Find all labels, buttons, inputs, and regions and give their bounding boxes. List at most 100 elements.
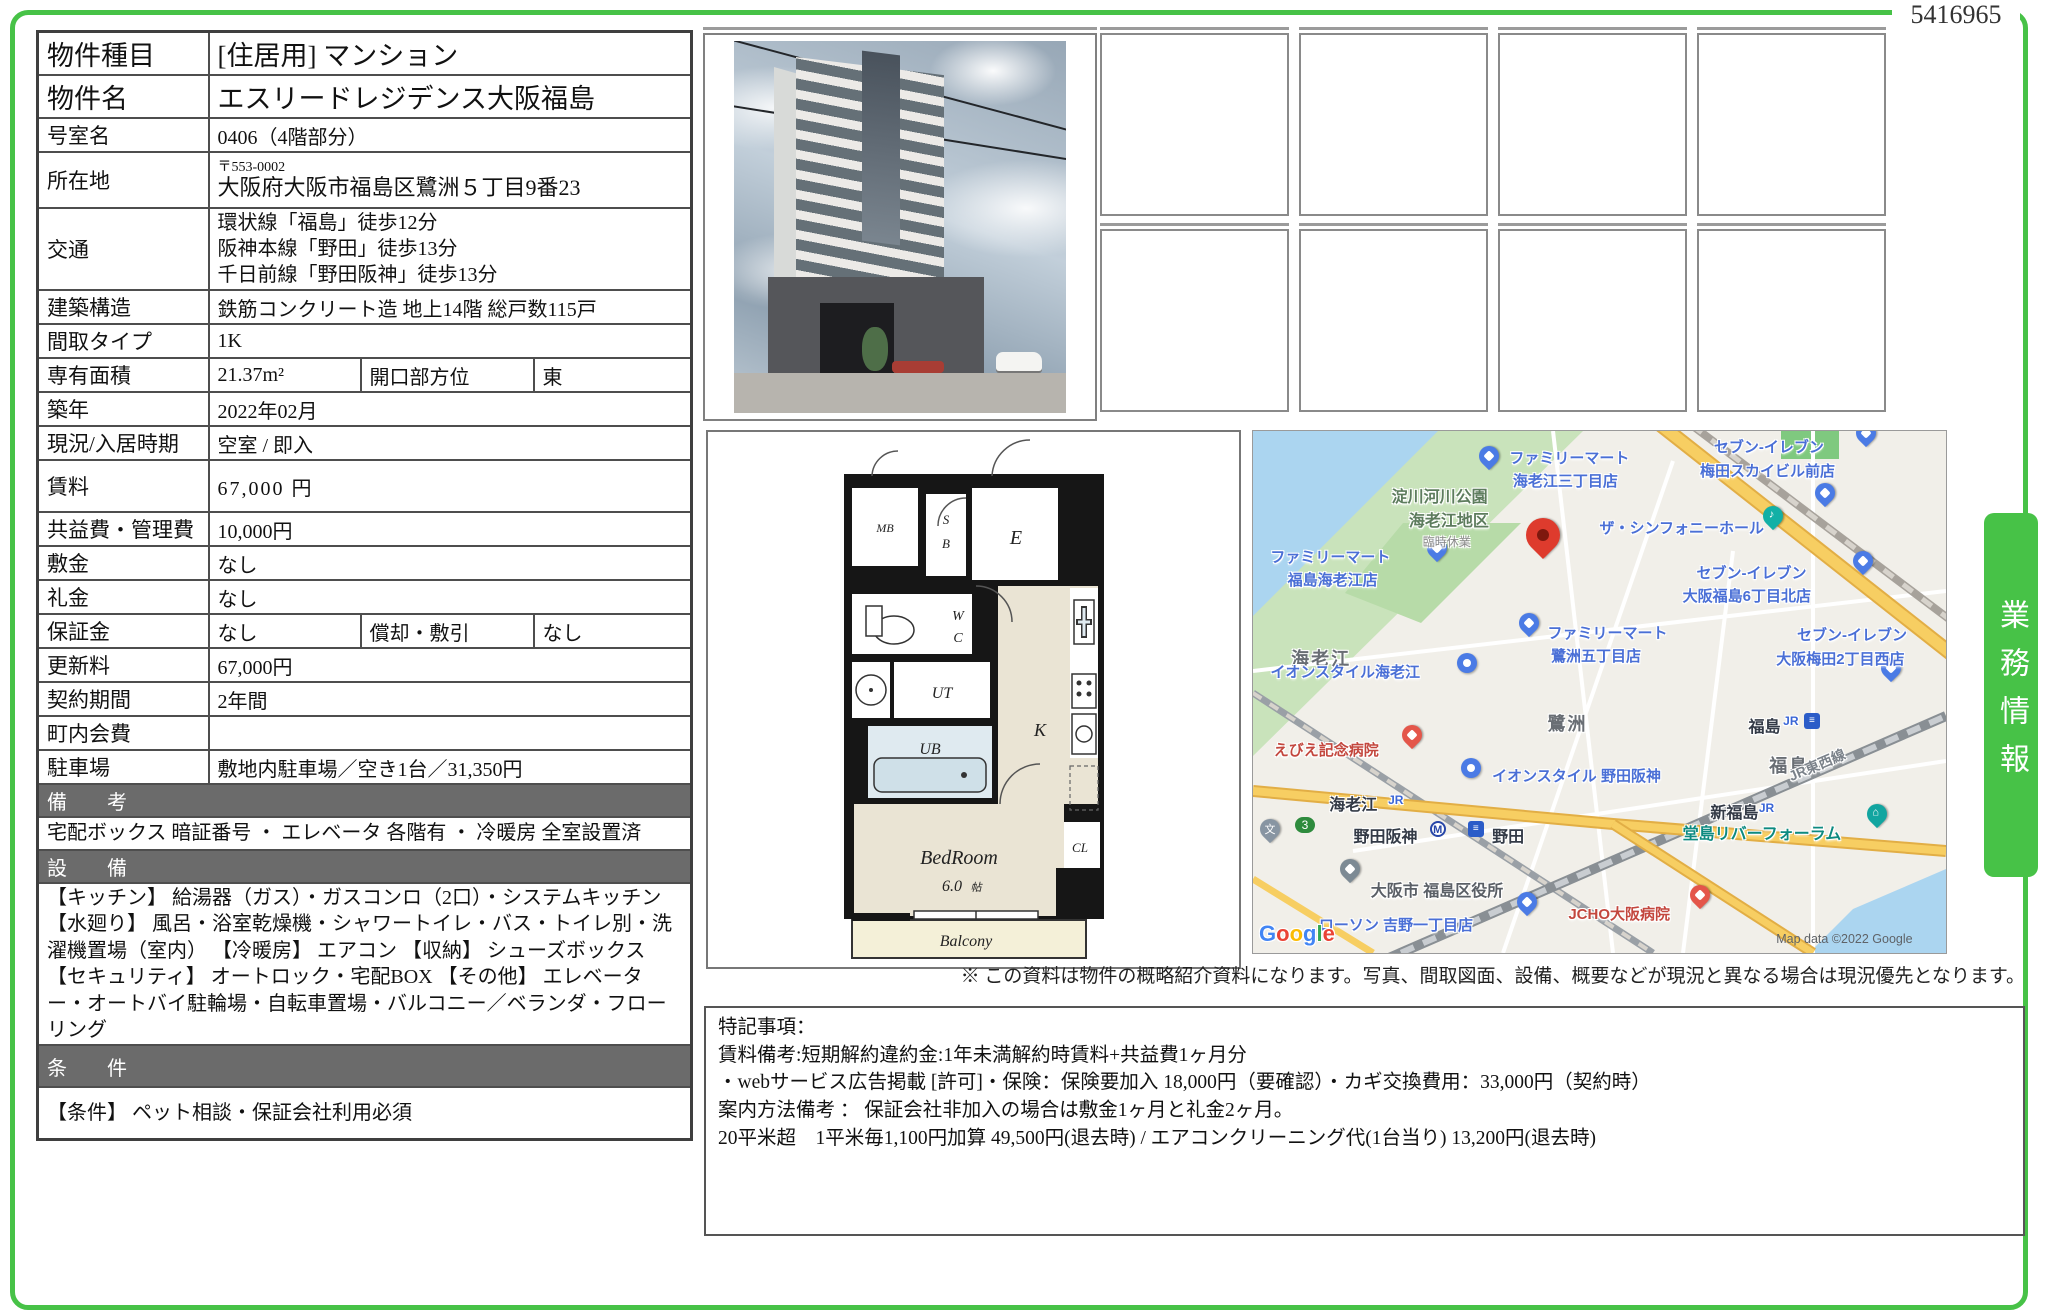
map-label-poi: ザ・シンフォニーホール xyxy=(1600,517,1765,538)
photo-slot-empty xyxy=(1498,33,1687,216)
table-row: 契約期間2年間 xyxy=(38,682,692,716)
table-row: 号室名0406（4階部分） xyxy=(38,118,692,152)
row-label: 契約期間 xyxy=(38,682,209,716)
map-label-poi: 福島海老江店 xyxy=(1288,569,1378,590)
map-label-poi: 梅田スカイビル前店 xyxy=(1700,460,1835,481)
business-info-tab[interactable]: 業務情報 xyxy=(1984,513,2038,877)
row-value: 2022年02月 xyxy=(209,392,692,426)
section-header: 備 考 xyxy=(38,784,692,817)
map-label-park: 海老江地区 xyxy=(1409,507,1489,531)
row-label: 賃料 xyxy=(38,460,209,512)
map-label-closed: 臨時休業 xyxy=(1423,533,1471,550)
row-value: 21.37m² xyxy=(209,358,361,392)
map-label-poi: 海老江三丁目店 xyxy=(1513,470,1618,491)
table-row: 礼金なし xyxy=(38,580,692,614)
transit-line: 阪神本線「野田」徒歩13分 xyxy=(218,236,683,262)
photo-slot-empty xyxy=(1100,33,1289,216)
row-value: 1K xyxy=(209,324,692,358)
row-value: [住居用] マンション xyxy=(209,32,692,76)
table-row: 建築構造鉄筋コンクリート造 地上14階 総戸数115戸 xyxy=(38,290,692,324)
row-label-2: 償却・敷引 xyxy=(361,614,534,648)
section-header: 設 備 xyxy=(38,850,692,883)
row-value: 敷地内駐車場／空き1台／31,350円 xyxy=(209,750,692,784)
row-label: 所在地 xyxy=(38,152,209,208)
row-label: 敷金 xyxy=(38,546,209,580)
room-label-e: E xyxy=(1008,527,1021,549)
row-label: 建築構造 xyxy=(38,290,209,324)
row-label-2: 開口部方位 xyxy=(361,358,534,392)
row-label: 物件名 xyxy=(38,75,209,118)
map-label-station: 海老江 xyxy=(1329,791,1377,815)
map-label-park: 淀川河川公園 xyxy=(1392,483,1488,507)
row-value: 67,000円 xyxy=(209,648,692,682)
map-label-copyright: Map data ©2022 Google xyxy=(1776,932,1912,946)
transit-line: 環状線「福島」徒歩12分 xyxy=(218,210,683,236)
floorplan-drawing: MB S B E W C UT UB K CL BedRoom 6.0 帖 Ba… xyxy=(839,436,1109,963)
room-label-s: S xyxy=(942,512,949,527)
table-row: 物件種目[住居用] マンション xyxy=(38,32,692,76)
map-label-poi-teal: 堂島リバーフォーラム xyxy=(1683,820,1842,844)
row-value xyxy=(209,716,692,750)
row-label: 築年 xyxy=(38,392,209,426)
map-label-poi: ファミリーマート xyxy=(1548,622,1668,643)
photo-slot-empty xyxy=(1100,229,1289,412)
row-label: 交通 xyxy=(38,208,209,290)
row-label: 更新料 xyxy=(38,648,209,682)
room-label-ub: UB xyxy=(919,741,941,758)
document-number: 5416965 xyxy=(1892,0,2020,32)
map-label-station: 野田 xyxy=(1492,823,1524,847)
row-value: なし xyxy=(209,580,692,614)
map-label-poi: セブン-イレブン xyxy=(1697,562,1807,583)
row-value: 2年間 xyxy=(209,682,692,716)
section-header-row: 条 件 xyxy=(38,1045,692,1087)
row-value: 環状線「福島」徒歩12分阪神本線「野田」徒歩13分千日前線「野田阪神」徒歩13分 xyxy=(209,208,692,290)
flowers xyxy=(892,361,944,373)
row-value: 0406（4階部分） xyxy=(209,118,692,152)
section-header-row: 備 考 xyxy=(38,784,692,817)
google-logo-letter: o xyxy=(1276,921,1289,946)
white-car xyxy=(996,352,1042,371)
row-value: エスリードレジデンス大阪福島 xyxy=(209,75,692,118)
section-content: 【条件】 ペット相談・保証会社利用必須 xyxy=(38,1087,692,1139)
row-value: なし xyxy=(209,546,692,580)
map-label-medical: JCHO大阪病院 xyxy=(1568,903,1670,924)
special-note-line: 賃料備考:短期解約違約金:1年未満解約時賃料+共益費1ヶ月分 xyxy=(718,1042,2011,1070)
photo-slot-empty xyxy=(1498,229,1687,412)
map-label-hanshinbadge: ≡ xyxy=(1468,821,1484,837)
map-label-poi: セブン-イレブン xyxy=(1714,436,1824,457)
room-label-c: C xyxy=(953,631,963,646)
table-row: 保証金なし償却・敷引なし xyxy=(38,614,692,648)
map-label-station: 野田阪神 xyxy=(1353,823,1417,847)
photo-slot-empty xyxy=(1697,33,1886,216)
photo-slot-empty xyxy=(1299,33,1488,216)
room-label-cl: CL xyxy=(1072,840,1088,855)
section-content: 宅配ボックス 暗証番号 ・ エレベータ 各階有 ・ 冷暖房 全室設置済 xyxy=(38,817,692,850)
building-glass-strip xyxy=(862,51,900,246)
row-label: 号室名 xyxy=(38,118,209,152)
row-value: なし xyxy=(209,614,361,648)
photo-slot-empty xyxy=(1697,229,1886,412)
special-note-line: ・webサービス広告掲載 [許可]・保険：保険要加入 18,000円（要確認）・… xyxy=(718,1069,2011,1097)
floorplan-box: MB S B E W C UT UB K CL BedRoom 6.0 帖 Ba… xyxy=(706,430,1241,969)
cart-pin-icon xyxy=(1461,758,1481,778)
disclaimer-note: ※ この資料は物件の概略紹介資料になります。写真、間取図面、設備、概要などが現況… xyxy=(704,961,2025,988)
location-map: Google 淀川河川公園海老江地区臨時休業ファミリーマート海老江三丁目店セブン… xyxy=(1252,430,1947,954)
room-label-balcony: Balcony xyxy=(939,933,992,950)
special-note-line: 案内方法備考 ： 保証会社非加入の場合は敷金1ヶ月と礼金2ヶ月。 xyxy=(718,1097,2011,1125)
row-label: 町内会費 xyxy=(38,716,209,750)
table-row: 専有面積21.37m²開口部方位東 xyxy=(38,358,692,392)
room-label-k: K xyxy=(1032,720,1046,740)
postal-code: 〒553-0002 xyxy=(218,160,683,175)
table-row: 間取タイプ1K xyxy=(38,324,692,358)
row-label: 専有面積 xyxy=(38,358,209,392)
section-content-row: 【条件】 ペット相談・保証会社利用必須 xyxy=(38,1087,692,1139)
table-row: 物件名エスリードレジデンス大阪福島 xyxy=(38,75,692,118)
row-value: 10,000円 xyxy=(209,512,692,546)
table-row: 町内会費 xyxy=(38,716,692,750)
row-label: 物件種目 xyxy=(38,32,209,76)
map-label-poi: ファミリーマート xyxy=(1270,546,1390,567)
room-label-mb: MB xyxy=(875,521,894,535)
row-value-2: なし xyxy=(534,614,692,648)
google-logo: Google xyxy=(1259,921,1335,947)
map-label-jrbadge: JR xyxy=(1759,801,1774,815)
